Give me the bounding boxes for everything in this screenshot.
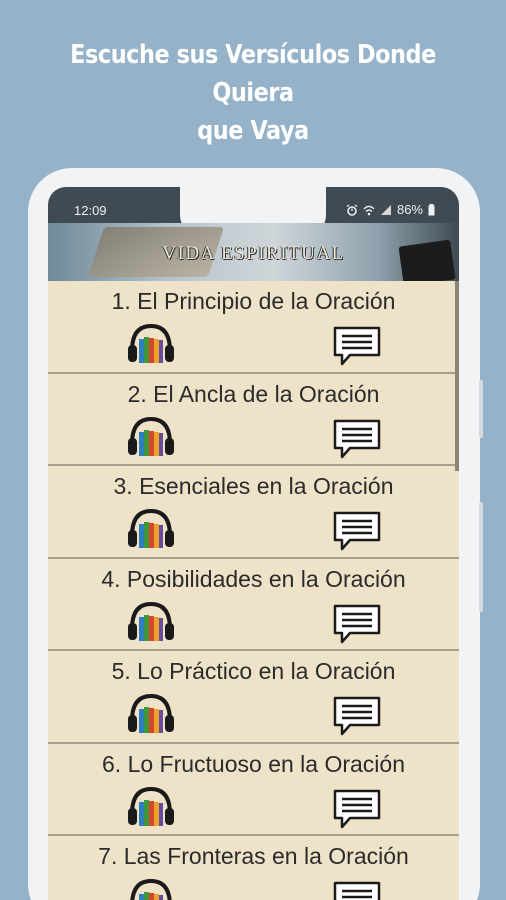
lesson-title: 2. El Ancla de la Oración xyxy=(127,380,380,407)
text-button[interactable] xyxy=(332,695,382,737)
list-item[interactable]: 1. El Principio de la Oración xyxy=(48,281,459,374)
header-banner: VIDA ESPIRITUAL xyxy=(48,223,459,281)
lesson-title: 7. Las Fronteras en la Oración xyxy=(98,843,409,869)
headline-line-2: que Vaya xyxy=(197,116,309,146)
headphones-icon xyxy=(128,693,174,733)
message-icon xyxy=(333,604,381,643)
headphones-icon xyxy=(128,601,174,641)
audio-button[interactable] xyxy=(126,414,176,460)
text-button[interactable] xyxy=(332,510,382,552)
lesson-title: 1. El Principio de la Oración xyxy=(111,288,396,314)
text-button[interactable] xyxy=(332,418,382,460)
text-button[interactable] xyxy=(332,788,382,830)
lesson-title: 6. Lo Fructuoso en la Oración xyxy=(102,750,405,777)
battery-level: 86% xyxy=(396,202,423,217)
headline-line-1: Escuche sus Versículos Donde Quiera xyxy=(70,40,436,108)
audio-button[interactable] xyxy=(126,321,176,367)
headphones-icon xyxy=(130,878,172,900)
audio-button[interactable] xyxy=(126,599,176,645)
lesson-title: 5. Lo Práctico en la Oración xyxy=(111,658,396,684)
headline: Escuche sus Versículos Donde Quiera que … xyxy=(35,36,470,150)
list-item[interactable]: 4. Posibilidades en la Oración xyxy=(48,558,459,651)
power-button xyxy=(479,502,483,612)
headphones-icon xyxy=(128,416,174,456)
audio-button[interactable] xyxy=(126,784,176,830)
list-item[interactable]: 2. El Ancla de la Oración xyxy=(48,373,459,466)
lesson-list: 1. El Principio de la Oración 2. El Ancl… xyxy=(48,281,459,900)
headphones-icon xyxy=(128,508,174,548)
alarm-icon xyxy=(346,204,358,216)
banner-title: VIDA ESPIRITUAL xyxy=(162,243,345,264)
audio-button[interactable] xyxy=(126,876,176,900)
list-item[interactable]: 7. Las Fronteras en la Oración xyxy=(48,836,459,900)
status-time: 12:09 xyxy=(74,203,107,218)
list-item[interactable]: 5. Lo Práctico en la Oración xyxy=(48,651,459,744)
audio-button[interactable] xyxy=(126,506,176,552)
message-icon xyxy=(333,789,381,828)
message-icon xyxy=(333,419,381,458)
status-icons: 86% xyxy=(346,202,435,217)
message-icon xyxy=(333,696,381,736)
text-button[interactable] xyxy=(332,880,382,900)
volume-button xyxy=(479,380,483,438)
lesson-title: 3. Esenciales en la Oración xyxy=(113,473,394,499)
list-item[interactable]: 6. Lo Fructuoso en la Oración xyxy=(48,743,459,836)
headphones-icon xyxy=(128,786,174,826)
text-button[interactable] xyxy=(332,603,382,645)
text-button[interactable] xyxy=(332,325,382,367)
audio-button[interactable] xyxy=(126,691,176,737)
message-icon xyxy=(333,881,381,900)
signal-icon xyxy=(380,204,391,215)
list-item[interactable]: 3. Esenciales en la Oración xyxy=(48,466,459,559)
lesson-title: 4. Posibilidades en la Oración xyxy=(101,565,406,592)
scrollbar[interactable] xyxy=(455,281,459,471)
wifi-icon xyxy=(363,205,375,215)
battery-icon xyxy=(428,203,435,215)
message-icon xyxy=(333,511,381,551)
headphones-icon xyxy=(128,323,174,363)
phone-screen: 12:09 86% VIDA ESPIRITUAL 1. El Principi… xyxy=(48,187,459,900)
message-icon xyxy=(333,326,381,366)
